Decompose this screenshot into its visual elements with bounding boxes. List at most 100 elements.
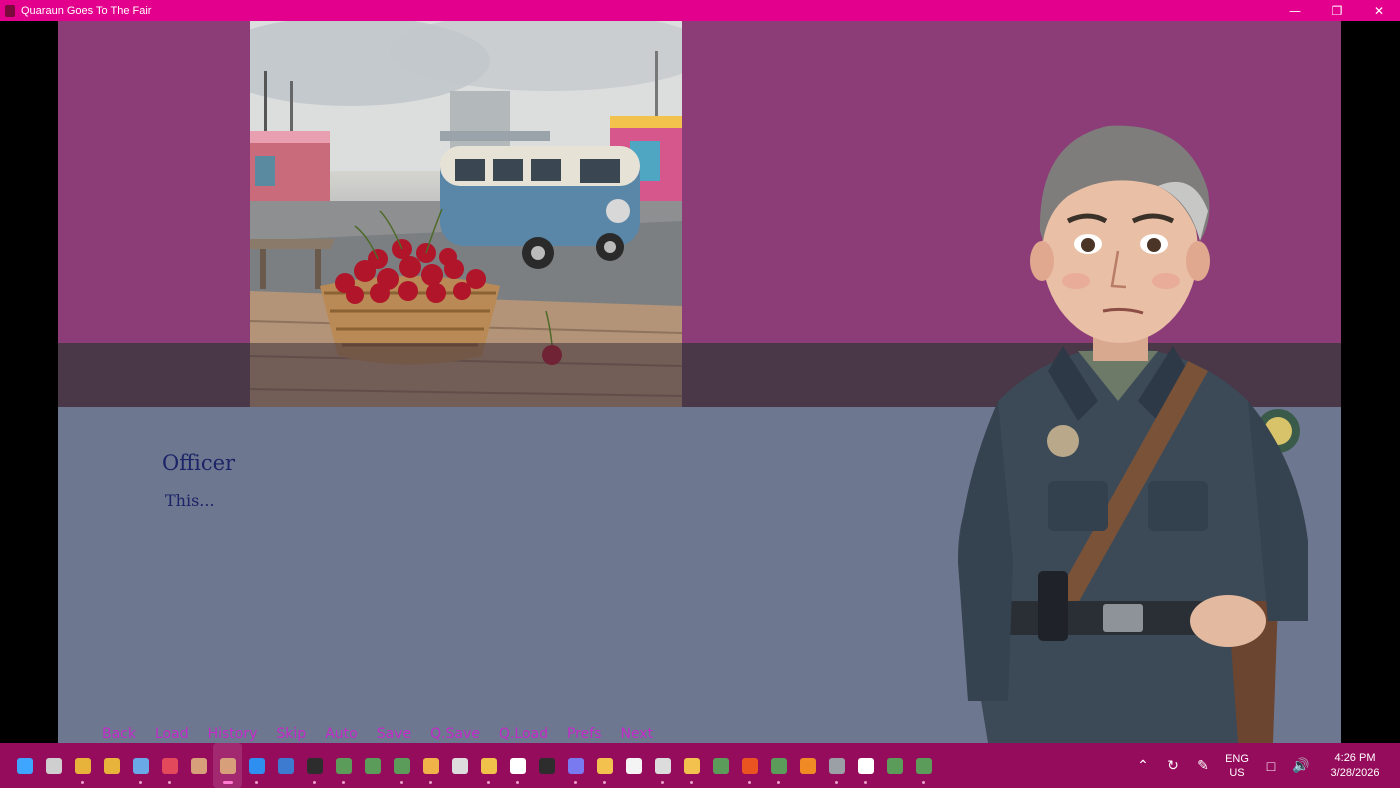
- language-indicator[interactable]: ENG US: [1218, 752, 1256, 780]
- taskbar-ubuntu-icon[interactable]: [735, 743, 764, 788]
- clipboard-icon: [509, 757, 526, 774]
- chatgpt-icon: [654, 757, 671, 774]
- network-icon[interactable]: □: [1256, 743, 1286, 788]
- running-indicator: [777, 781, 780, 784]
- clock-date: 3/28/2026: [1330, 766, 1380, 779]
- taskbar-app-icons: [10, 743, 938, 788]
- taskbar-wave-icon[interactable]: [677, 743, 706, 788]
- running-indicator: [429, 781, 432, 784]
- quick-menu-qload[interactable]: Q.Load: [499, 726, 548, 742]
- clock-time: 4:26 PM: [1334, 751, 1376, 764]
- taskbar-chrome-icon[interactable]: [97, 743, 126, 788]
- taskbar-terminal-icon[interactable]: [300, 743, 329, 788]
- taskbar-task-view-icon[interactable]: [39, 743, 68, 788]
- taskbar-terminal-icon[interactable]: [532, 743, 561, 788]
- region-code: US: [1229, 766, 1245, 779]
- taskbar-pencil-icon[interactable]: [416, 743, 445, 788]
- taskbar-app-icon[interactable]: [387, 743, 416, 788]
- quick-menu-back[interactable]: Back: [102, 726, 136, 742]
- taskbar-folder-icon[interactable]: [590, 743, 619, 788]
- wave-icon: [683, 757, 700, 774]
- app-icon: [393, 757, 410, 774]
- game-icon: [190, 757, 207, 774]
- pencil-icon: [422, 757, 439, 774]
- speaker-name: Officer: [162, 451, 236, 475]
- app-icon: [915, 757, 932, 774]
- app-icon: [712, 757, 729, 774]
- chrome-icon: [103, 757, 120, 774]
- ubuntu-icon: [741, 757, 758, 774]
- clock[interactable]: 4:26 PM 3/28/2026: [1316, 751, 1394, 781]
- taskbar-blender-icon[interactable]: [793, 743, 822, 788]
- taskbar-chrome-icon[interactable]: [68, 743, 97, 788]
- taskbar-app-icon[interactable]: [329, 743, 358, 788]
- taskbar-game-icon[interactable]: [184, 743, 213, 788]
- mail-icon: [132, 757, 149, 774]
- quick-menu-qsave[interactable]: Q.Save: [430, 726, 480, 742]
- app-icon: [5, 4, 15, 17]
- scene-image: [250, 21, 682, 407]
- settings-icon: [828, 757, 845, 774]
- terminal-icon: [306, 757, 323, 774]
- task-view-icon: [45, 757, 62, 774]
- running-indicator: [603, 781, 606, 784]
- officer-illustration: [958, 125, 1308, 743]
- notepad-icon: [277, 757, 294, 774]
- taskbar-app-icon[interactable]: [706, 743, 735, 788]
- copilot-icon: [567, 757, 584, 774]
- taskbar-pocket-icon[interactable]: [155, 743, 184, 788]
- restore-button[interactable]: ❐: [1316, 0, 1358, 21]
- game-viewport[interactable]: Officer This... Back Load History Skip A…: [58, 21, 1341, 743]
- vscode-icon: [248, 757, 265, 774]
- running-indicator: [342, 781, 345, 784]
- running-indicator: [223, 781, 233, 784]
- quick-menu-save[interactable]: Save: [377, 726, 411, 742]
- running-indicator: [661, 781, 664, 784]
- start-icon: [16, 757, 33, 774]
- taskbar-clipboard-icon[interactable]: [503, 743, 532, 788]
- close-button[interactable]: ✕: [1358, 0, 1400, 21]
- volume-icon[interactable]: 🔊: [1286, 743, 1316, 788]
- quick-menu-prefs[interactable]: Prefs: [567, 726, 601, 742]
- taskbar-media-icon[interactable]: [851, 743, 880, 788]
- quick-menu-next[interactable]: Next: [620, 726, 653, 742]
- taskbar-copilot-icon[interactable]: [561, 743, 590, 788]
- taskbar-start-icon[interactable]: [10, 743, 39, 788]
- quick-menu-skip[interactable]: Skip: [276, 726, 306, 742]
- running-indicator: [139, 781, 142, 784]
- quick-menu-load[interactable]: Load: [155, 726, 189, 742]
- taskbar-app-icon[interactable]: [909, 743, 938, 788]
- running-indicator: [487, 781, 490, 784]
- taskbar-app-icon[interactable]: [358, 743, 387, 788]
- taskbar-ghost-icon[interactable]: [445, 743, 474, 788]
- terminal-icon: [538, 757, 555, 774]
- minimize-button[interactable]: —: [1274, 0, 1316, 21]
- quick-menu-auto[interactable]: Auto: [325, 726, 358, 742]
- taskbar-settings-icon[interactable]: [822, 743, 851, 788]
- pen-icon[interactable]: ✎: [1188, 743, 1218, 788]
- running-indicator: [922, 781, 925, 784]
- language-code: ENG: [1225, 752, 1249, 765]
- taskbar-vscode-icon[interactable]: [242, 743, 271, 788]
- taskbar-file-icon[interactable]: [619, 743, 648, 788]
- running-indicator: [255, 781, 258, 784]
- taskbar-app-icon[interactable]: [764, 743, 793, 788]
- chevron-up-icon[interactable]: ⌃: [1128, 743, 1158, 788]
- taskbar-face-icon[interactable]: [474, 743, 503, 788]
- app-icon: [335, 757, 352, 774]
- window-title: Quaraun Goes To The Fair: [21, 4, 152, 17]
- app-icon: [886, 757, 903, 774]
- taskbar-notepad-icon[interactable]: [271, 743, 300, 788]
- dialogue-text: This...: [165, 491, 215, 510]
- media-icon: [857, 757, 874, 774]
- pocket-icon: [161, 757, 178, 774]
- taskbar-app-icon[interactable]: [880, 743, 909, 788]
- quick-menu-history[interactable]: History: [208, 726, 258, 742]
- windows-taskbar: ⌃ ↻ ✎ ENG US □ 🔊 4:26 PM 3/28/2026: [0, 743, 1400, 788]
- sync-icon[interactable]: ↻: [1158, 743, 1188, 788]
- taskbar-chatgpt-icon[interactable]: [648, 743, 677, 788]
- running-indicator: [516, 781, 519, 784]
- taskbar-game-icon[interactable]: [213, 743, 242, 788]
- taskbar-mail-icon[interactable]: [126, 743, 155, 788]
- running-indicator: [748, 781, 751, 784]
